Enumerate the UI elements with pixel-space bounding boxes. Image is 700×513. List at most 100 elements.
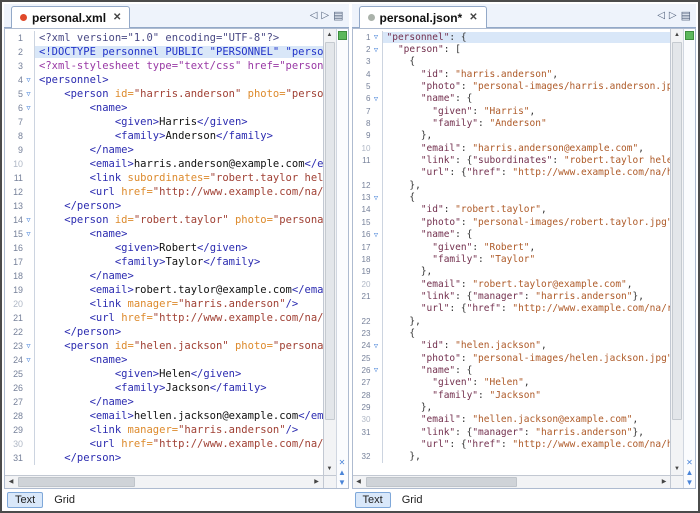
code-line[interactable]: 4 "id": "harris.anderson", bbox=[353, 68, 671, 80]
code-line[interactable]: 8 "family": "Anderson" bbox=[353, 117, 671, 129]
scroll-left-icon[interactable]: ◀ bbox=[5, 476, 17, 488]
close-icon[interactable]: ✕ bbox=[469, 12, 477, 23]
code-line[interactable]: 20 <link manager="harris.anderson"/> bbox=[5, 297, 323, 311]
scroll-left-icon[interactable]: ◀ bbox=[353, 476, 365, 488]
fold-icon[interactable]: ▽ bbox=[23, 216, 34, 224]
code-line[interactable]: 22 </person> bbox=[5, 325, 323, 339]
code-line[interactable]: 1<?xml version="1.0" encoding="UTF-8"?> bbox=[5, 31, 323, 45]
code-line[interactable]: 12 <url href="http://www.example.com/na/… bbox=[5, 185, 323, 199]
code-line[interactable]: 11 "link": {"subordinates": "robert.tayl… bbox=[353, 154, 671, 166]
fold-icon[interactable]: ▽ bbox=[371, 95, 382, 103]
code-line[interactable]: 21 <url href="http://www.example.com/na/… bbox=[5, 311, 323, 325]
scroll-up-icon[interactable]: ▲ bbox=[671, 29, 683, 41]
fold-icon[interactable]: ▽ bbox=[371, 46, 382, 54]
clear-marks-icon[interactable]: ✕ bbox=[339, 458, 346, 467]
code-line[interactable]: 16 <given>Robert</given> bbox=[5, 241, 323, 255]
scroll-down-icon[interactable]: ▼ bbox=[671, 463, 683, 475]
code-line[interactable]: 5▽ <person id="harris.anderson" photo="p… bbox=[5, 87, 323, 101]
fold-icon[interactable]: ▽ bbox=[23, 342, 34, 350]
code-line[interactable]: 22 }, bbox=[353, 315, 671, 327]
vertical-scrollbar[interactable]: ▲ ▼ bbox=[670, 29, 683, 475]
code-line[interactable]: 12 }, bbox=[353, 179, 671, 191]
scroll-up-icon[interactable]: ▲ bbox=[324, 29, 336, 41]
code-line[interactable]: 10 <email>harris.anderson@example.com</e… bbox=[5, 157, 323, 171]
code-line[interactable]: 23▽ <person id="helen.jackson" photo="pe… bbox=[5, 339, 323, 353]
code-line[interactable]: 1▽"personnel": { bbox=[353, 31, 671, 43]
vscroll-thumb[interactable] bbox=[672, 42, 682, 420]
code-line[interactable]: 20 "email": "robert.taylor@example.com", bbox=[353, 278, 671, 290]
horizontal-scrollbar[interactable]: ◀ ▶ bbox=[5, 475, 323, 488]
code-line[interactable]: 25 "photo": "personal-images/helen.jacks… bbox=[353, 352, 671, 364]
mode-tab-text[interactable]: Text bbox=[355, 492, 391, 508]
nav-back-icon[interactable]: ◁ bbox=[310, 11, 318, 21]
scroll-down-icon[interactable]: ▼ bbox=[324, 463, 336, 475]
code-line[interactable]: 30 <url href="http://www.example.com/na/… bbox=[5, 437, 323, 451]
code-line[interactable]: 24▽ <name> bbox=[5, 353, 323, 367]
code-line[interactable]: 7 <given>Harris</given> bbox=[5, 115, 323, 129]
code-line[interactable]: 25 <given>Helen</given> bbox=[5, 367, 323, 381]
fold-icon[interactable]: ▽ bbox=[23, 356, 34, 364]
code-line[interactable]: 16▽ "name": { bbox=[353, 229, 671, 241]
horizontal-scrollbar[interactable]: ◀ ▶ bbox=[353, 475, 671, 488]
json-code-area[interactable]: 1▽"personnel": {2▽ "person": [3 {4 "id":… bbox=[353, 29, 671, 475]
prev-mark-icon[interactable]: ▲ bbox=[686, 468, 694, 477]
code-line[interactable]: 6▽ "name": { bbox=[353, 93, 671, 105]
tab-personal-json[interactable]: personal.json* ✕ bbox=[359, 6, 487, 28]
code-line[interactable]: 10 "email": "harris.anderson@example.com… bbox=[353, 142, 671, 154]
code-line[interactable]: 18 "family": "Taylor" bbox=[353, 253, 671, 265]
tab-personal-xml[interactable]: personal.xml ✕ bbox=[11, 6, 130, 28]
code-line[interactable]: 7 "given": "Harris", bbox=[353, 105, 671, 117]
close-icon[interactable]: ✕ bbox=[113, 12, 121, 23]
mode-tab-grid[interactable]: Grid bbox=[46, 492, 83, 508]
mode-tab-text[interactable]: Text bbox=[7, 492, 43, 508]
code-line[interactable]: "url": {"href": "http://www.example.com/… bbox=[353, 167, 671, 179]
nav-forward-icon[interactable]: ▷ bbox=[669, 11, 677, 21]
fold-icon[interactable]: ▽ bbox=[371, 33, 382, 41]
code-line[interactable]: 18 </name> bbox=[5, 269, 323, 283]
code-line[interactable]: 19 }, bbox=[353, 266, 671, 278]
xml-code-area[interactable]: 1<?xml version="1.0" encoding="UTF-8"?> 2… bbox=[5, 29, 323, 475]
hscroll-thumb[interactable] bbox=[366, 477, 518, 487]
code-line[interactable]: 31 "link": {"manager": "harris.anderson"… bbox=[353, 426, 671, 438]
hscroll-thumb[interactable] bbox=[18, 477, 135, 487]
code-line[interactable]: 11 <link subordinates="robert.taylor hel… bbox=[5, 171, 323, 185]
prev-mark-icon[interactable]: ▲ bbox=[338, 468, 346, 477]
code-line[interactable]: 30 "email": "hellen.jackson@example.com"… bbox=[353, 414, 671, 426]
code-line[interactable]: 4▽<personnel> bbox=[5, 73, 323, 87]
code-line[interactable]: 26▽ "name": { bbox=[353, 364, 671, 376]
code-line[interactable]: 29 <link manager="harris.anderson"/> bbox=[5, 423, 323, 437]
fold-icon[interactable]: ▽ bbox=[371, 194, 382, 202]
code-line[interactable]: 13 </person> bbox=[5, 199, 323, 213]
code-line[interactable]: 15▽ <name> bbox=[5, 227, 323, 241]
fold-icon[interactable]: ▽ bbox=[23, 76, 34, 84]
next-mark-icon[interactable]: ▼ bbox=[338, 478, 346, 487]
code-line[interactable]: 17 "given": "Robert", bbox=[353, 241, 671, 253]
code-line[interactable]: 8 <family>Anderson</family> bbox=[5, 129, 323, 143]
code-line[interactable]: 14 "id": "robert.taylor", bbox=[353, 204, 671, 216]
next-mark-icon[interactable]: ▼ bbox=[686, 478, 694, 487]
code-line[interactable]: 17 <family>Taylor</family> bbox=[5, 255, 323, 269]
code-line[interactable]: 9 </name> bbox=[5, 143, 323, 157]
fold-icon[interactable]: ▽ bbox=[371, 366, 382, 374]
code-line[interactable]: 27 "given": "Helen", bbox=[353, 377, 671, 389]
clear-marks-icon[interactable]: ✕ bbox=[686, 458, 693, 467]
code-line[interactable]: 27 </name> bbox=[5, 395, 323, 409]
code-line[interactable]: 15 "photo": "personal-images/robert.tayl… bbox=[353, 216, 671, 228]
scroll-right-icon[interactable]: ▶ bbox=[658, 476, 670, 488]
code-line[interactable]: 14▽ <person id="robert.taylor" photo="pe… bbox=[5, 213, 323, 227]
code-line[interactable]: 5 "photo": "personal-images/harris.ander… bbox=[353, 80, 671, 92]
fold-icon[interactable]: ▽ bbox=[23, 230, 34, 238]
code-line[interactable]: 3<?xml-stylesheet type="text/css" href="… bbox=[5, 59, 323, 73]
code-line[interactable]: 19 <email>robert.taylor@example.com</ema… bbox=[5, 283, 323, 297]
mode-tab-grid[interactable]: Grid bbox=[394, 492, 431, 508]
fold-icon[interactable]: ▽ bbox=[23, 90, 34, 98]
code-line[interactable]: 9 }, bbox=[353, 130, 671, 142]
code-line[interactable]: 31 </person> bbox=[5, 451, 323, 465]
code-line[interactable]: 23 { bbox=[353, 327, 671, 339]
nav-back-icon[interactable]: ◁ bbox=[657, 11, 665, 21]
tab-list-icon[interactable]: ▤ bbox=[333, 11, 343, 21]
code-line[interactable]: "url": {"href": "http://www.example.com/… bbox=[353, 438, 671, 450]
nav-forward-icon[interactable]: ▷ bbox=[321, 11, 329, 21]
code-line[interactable]: 28 <email>hellen.jackson@example.com</em… bbox=[5, 409, 323, 423]
code-line[interactable]: 28 "family": "Jackson" bbox=[353, 389, 671, 401]
